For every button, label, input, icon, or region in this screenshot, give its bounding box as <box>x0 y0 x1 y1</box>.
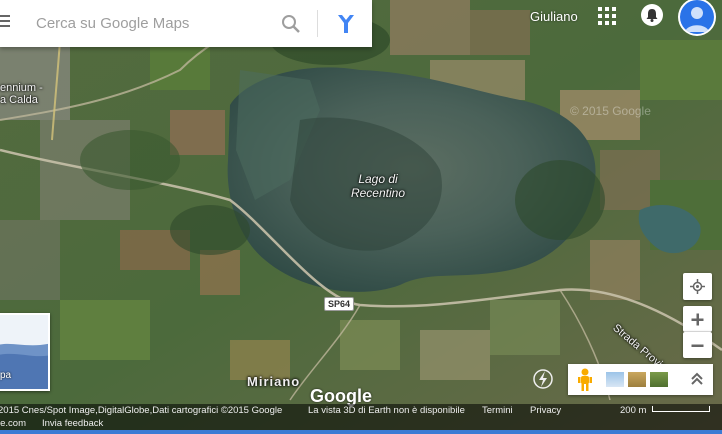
copyright-text: 2015 Cnes/Spot Image,DigitalGlobe,Dati c… <box>0 405 283 416</box>
place-label[interactable]: ennium - a Calda <box>0 82 43 106</box>
search-icon[interactable] <box>280 13 302 35</box>
plus-icon <box>691 313 704 326</box>
place-label-line1: ennium - <box>0 82 43 94</box>
bottom-accent-strip <box>0 430 722 434</box>
imagery-watermark: © 2015 Google <box>570 104 651 118</box>
privacy-link[interactable]: Privacy <box>530 405 561 416</box>
attribution-bar: 2015 Cnes/Spot Image,DigitalGlobe,Dati c… <box>0 404 722 418</box>
lake-label-line1: Lago di <box>358 172 398 186</box>
minimap-label: pa <box>0 370 12 381</box>
terms-link[interactable]: Termini <box>482 405 513 416</box>
search-box <box>0 0 372 47</box>
search-divider <box>317 10 318 37</box>
my-location-button[interactable] <box>683 273 712 300</box>
apps-grid-icon[interactable] <box>598 7 616 25</box>
imagery-panel <box>568 364 713 395</box>
road-shield: SP64 <box>324 297 355 311</box>
feedback-link[interactable]: Invia feedback <box>42 418 103 429</box>
pegman-icon[interactable] <box>576 368 594 392</box>
scale-label[interactable]: 200 m <box>620 405 646 416</box>
village-label[interactable]: Miriano <box>247 374 300 389</box>
imagery-thumbnail-sky[interactable] <box>606 372 624 387</box>
my-location-icon <box>690 279 705 294</box>
user-name[interactable]: Giuliano <box>530 9 578 24</box>
feedback-bar: le.com Invia feedback <box>0 418 722 430</box>
chevron-up-icon[interactable] <box>689 371 705 387</box>
zoom-in-button[interactable] <box>683 306 712 332</box>
imagery-thumbnail-forest[interactable] <box>650 372 668 387</box>
directions-icon[interactable] <box>333 11 359 37</box>
imagery-thumbnail-field[interactable] <box>628 372 646 387</box>
earth-3d-notice: La vista 3D di Earth non è disponibile <box>308 405 465 416</box>
zoom-out-button[interactable] <box>683 332 712 358</box>
user-avatar-icon[interactable] <box>680 0 714 34</box>
place-label-line2: a Calda <box>0 94 38 106</box>
lake-label: Lago di Recentino <box>340 172 416 200</box>
menu-icon[interactable] <box>0 15 10 29</box>
lake-label-line2: Recentino <box>350 186 406 200</box>
lightning-icon[interactable] <box>532 368 554 390</box>
scale-bar <box>652 406 710 412</box>
bell-icon[interactable] <box>641 4 663 26</box>
site-text: le.com <box>0 418 26 429</box>
search-input[interactable] <box>36 12 266 34</box>
minus-icon <box>691 344 704 347</box>
